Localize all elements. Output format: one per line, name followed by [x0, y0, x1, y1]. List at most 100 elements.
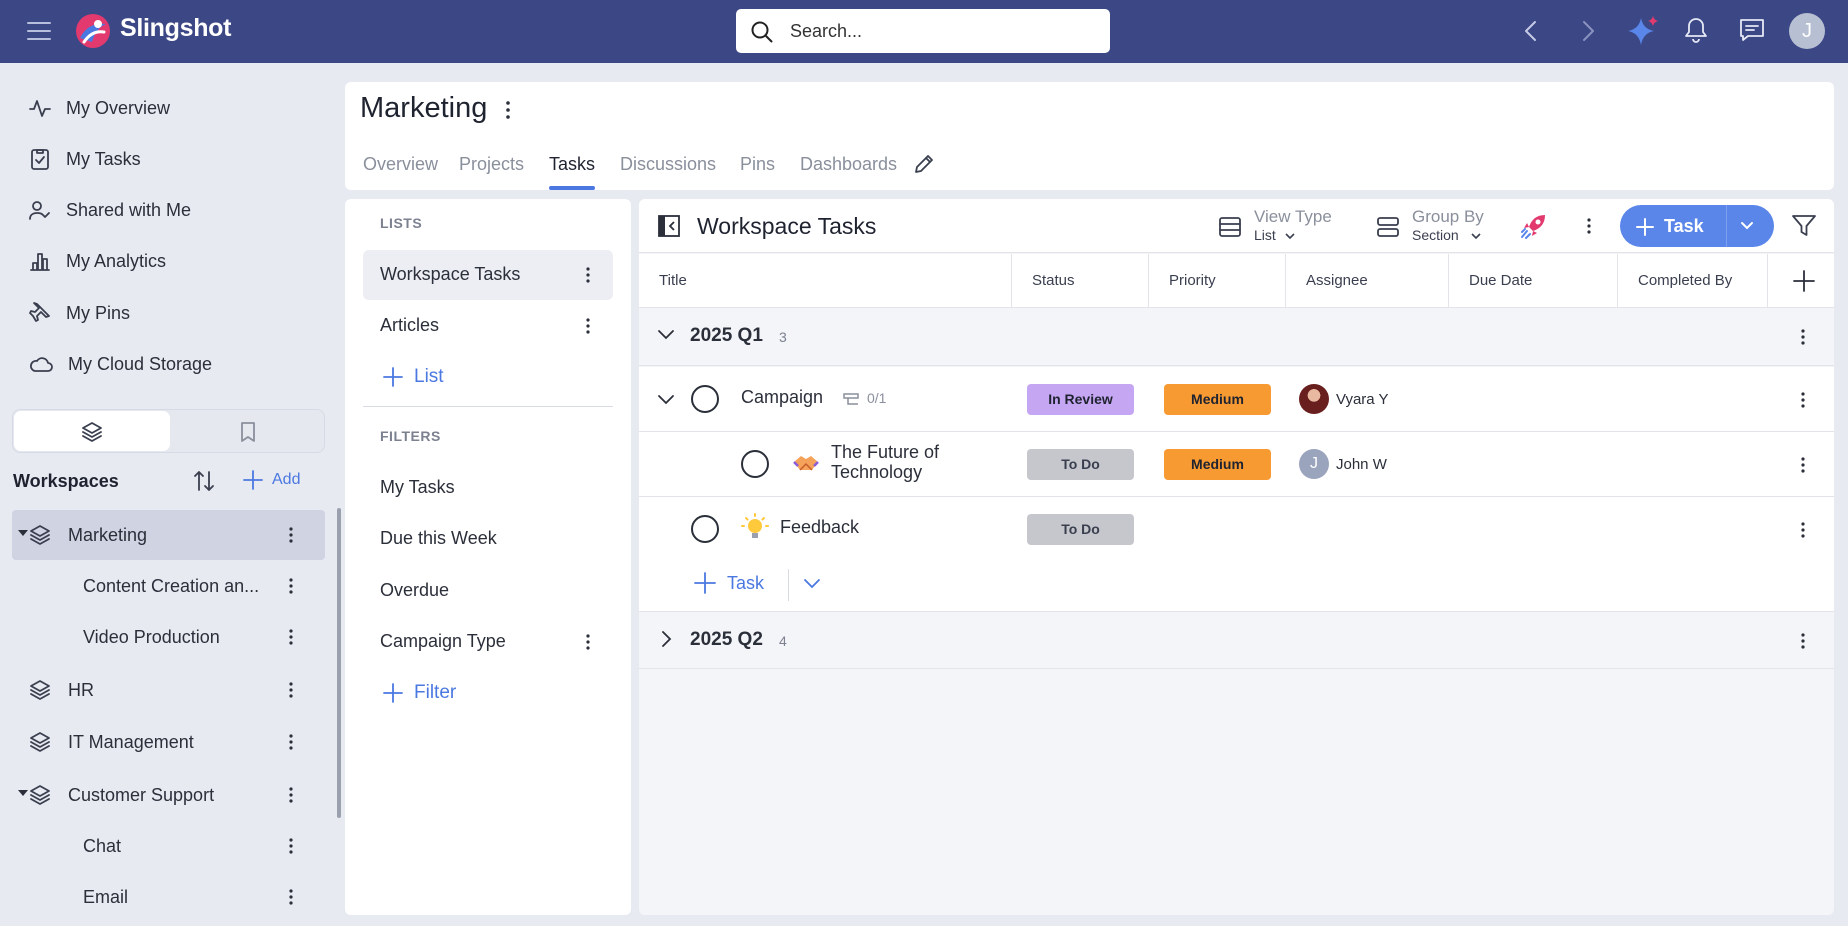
- more-vertical-icon[interactable]: [505, 100, 511, 120]
- back-arrow-icon[interactable]: [1519, 18, 1543, 44]
- priority-badge[interactable]: Medium: [1164, 384, 1271, 415]
- column-completed-by[interactable]: Completed By: [1618, 254, 1768, 308]
- more-vertical-icon[interactable]: [1800, 328, 1806, 346]
- column-title[interactable]: Title: [639, 254, 1012, 308]
- table-row[interactable]: The Future of Technology To Do Medium J …: [639, 432, 1834, 497]
- workspace-marketing[interactable]: Marketing: [12, 510, 325, 560]
- ai-sparkle-icon[interactable]: [1626, 14, 1660, 48]
- new-task-button[interactable]: Task: [1620, 205, 1774, 247]
- tab-dashboards[interactable]: Dashboards: [800, 154, 897, 175]
- workspace-content-creation[interactable]: Content Creation an...: [12, 561, 325, 611]
- more-vertical-icon[interactable]: [1800, 521, 1806, 539]
- status-badge[interactable]: To Do: [1027, 514, 1134, 545]
- more-vertical-icon[interactable]: [288, 681, 294, 699]
- more-vertical-icon[interactable]: [585, 317, 591, 335]
- nav-my-tasks[interactable]: My Tasks: [28, 143, 141, 175]
- group-row[interactable]: 2025 Q1 3: [639, 308, 1834, 366]
- forward-arrow-icon[interactable]: [1576, 18, 1600, 44]
- tab-pins[interactable]: Pins: [740, 154, 775, 175]
- collapse-panel-icon[interactable]: [657, 214, 681, 238]
- more-vertical-icon[interactable]: [288, 577, 294, 595]
- tab-tasks[interactable]: Tasks: [549, 154, 595, 175]
- complete-checkbox[interactable]: [691, 385, 719, 413]
- more-vertical-icon[interactable]: [585, 266, 591, 284]
- menu-icon[interactable]: [26, 20, 52, 42]
- more-vertical-icon[interactable]: [288, 888, 294, 906]
- table-row[interactable]: Feedback To Do: [639, 497, 1834, 562]
- column-assignee[interactable]: Assignee: [1286, 254, 1449, 308]
- chevron-right-icon[interactable]: [661, 630, 673, 648]
- add-column-icon[interactable]: [1792, 269, 1816, 293]
- more-vertical-icon[interactable]: [288, 733, 294, 751]
- nav-my-overview[interactable]: My Overview: [28, 92, 170, 124]
- expand-caret-icon[interactable]: [18, 790, 28, 796]
- pencil-icon[interactable]: [912, 152, 936, 176]
- chevron-down-icon[interactable]: [657, 329, 675, 341]
- more-vertical-icon[interactable]: [1800, 456, 1806, 474]
- workspace-chat[interactable]: Chat: [12, 821, 325, 871]
- chat-icon[interactable]: [1738, 17, 1766, 43]
- tab-projects[interactable]: Projects: [459, 154, 524, 175]
- task-title[interactable]: Feedback: [780, 517, 859, 538]
- list-item-workspace-tasks[interactable]: Workspace Tasks: [363, 250, 613, 300]
- sort-icon[interactable]: [192, 468, 216, 494]
- column-priority[interactable]: Priority: [1149, 254, 1286, 308]
- more-vertical-icon[interactable]: [1800, 632, 1806, 650]
- task-title[interactable]: The Future of Technology: [831, 442, 939, 482]
- sidebar-scrollbar[interactable]: [337, 508, 341, 818]
- new-task-main[interactable]: Task: [1636, 216, 1704, 237]
- more-vertical-icon[interactable]: [585, 633, 591, 651]
- status-badge[interactable]: To Do: [1027, 449, 1134, 480]
- priority-badge[interactable]: Medium: [1164, 449, 1271, 480]
- add-list-button[interactable]: List: [382, 366, 444, 388]
- complete-checkbox[interactable]: [691, 515, 719, 543]
- expand-caret-icon[interactable]: [18, 530, 28, 536]
- column-due-date[interactable]: Due Date: [1449, 254, 1618, 308]
- filter-campaign-type[interactable]: Campaign Type: [363, 617, 613, 667]
- tab-overview[interactable]: Overview: [363, 154, 438, 175]
- list-item-articles[interactable]: Articles: [363, 301, 613, 351]
- table-header: Title Status Priority Assignee Due Date …: [639, 254, 1834, 308]
- column-status[interactable]: Status: [1012, 254, 1149, 308]
- task-title[interactable]: Campaign: [741, 387, 823, 408]
- toggle-workspaces[interactable]: [14, 411, 170, 451]
- filter-funnel-icon[interactable]: [1791, 213, 1817, 239]
- more-vertical-icon[interactable]: [1800, 391, 1806, 409]
- assignee[interactable]: J John W: [1299, 449, 1387, 479]
- chevron-down-icon[interactable]: [1739, 220, 1755, 232]
- more-vertical-icon[interactable]: [288, 837, 294, 855]
- add-workspace-button[interactable]: Add: [242, 469, 300, 491]
- tab-discussions[interactable]: Discussions: [620, 154, 716, 175]
- add-task-button[interactable]: Task: [693, 571, 764, 595]
- nav-my-analytics[interactable]: My Analytics: [28, 245, 166, 277]
- more-vertical-icon[interactable]: [288, 628, 294, 646]
- toggle-bookmarks[interactable]: [170, 411, 324, 451]
- bell-icon[interactable]: [1683, 16, 1709, 44]
- user-avatar[interactable]: J: [1789, 13, 1825, 49]
- more-vertical-icon[interactable]: [288, 786, 294, 804]
- more-vertical-icon[interactable]: [1586, 217, 1592, 235]
- workspace-customer-support[interactable]: Customer Support: [12, 770, 325, 820]
- more-vertical-icon[interactable]: [288, 526, 294, 544]
- nav-shared-with-me[interactable]: Shared with Me: [28, 194, 191, 226]
- status-badge[interactable]: In Review: [1027, 384, 1134, 415]
- table-row[interactable]: Campaign 0/1 In Review Medium Vyara Y: [639, 367, 1834, 432]
- filter-overdue[interactable]: Overdue: [363, 566, 613, 616]
- nav-my-cloud-storage[interactable]: My Cloud Storage: [28, 348, 212, 380]
- workspace-hr[interactable]: HR: [12, 665, 325, 715]
- chevron-down-icon[interactable]: [657, 394, 675, 406]
- add-filter-button[interactable]: Filter: [382, 682, 456, 704]
- filter-due-this-week[interactable]: Due this Week: [363, 514, 613, 564]
- filter-my-tasks[interactable]: My Tasks: [363, 463, 613, 513]
- workspace-video-production[interactable]: Video Production: [12, 612, 325, 662]
- search-input[interactable]: [790, 17, 1090, 45]
- complete-checkbox[interactable]: [741, 450, 769, 478]
- workspace-it-management[interactable]: IT Management: [12, 717, 325, 767]
- group-row[interactable]: 2025 Q2 4: [639, 611, 1834, 669]
- assignee[interactable]: Vyara Y: [1299, 384, 1389, 414]
- search-box[interactable]: [736, 9, 1110, 53]
- rocket-icon[interactable]: [1519, 211, 1549, 241]
- nav-my-pins[interactable]: My Pins: [28, 297, 130, 329]
- chevron-down-icon[interactable]: [802, 578, 822, 590]
- workspace-email[interactable]: Email: [12, 872, 325, 922]
